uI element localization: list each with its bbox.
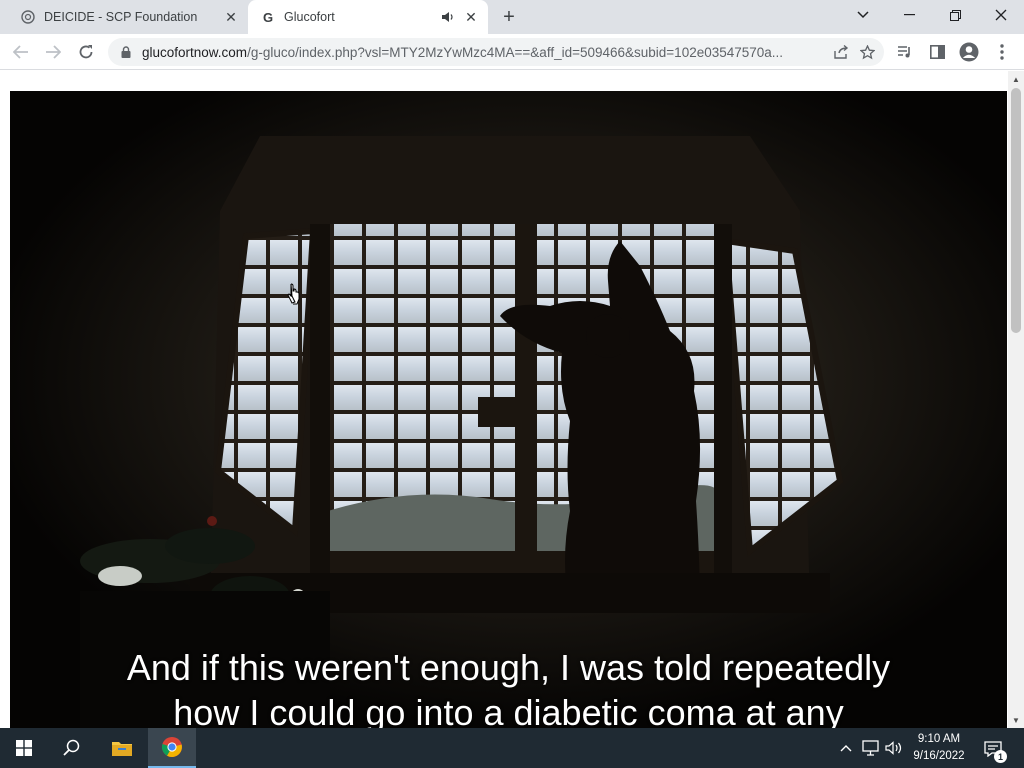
show-hidden-icons-chevron-icon[interactable] [836, 738, 856, 758]
google-g-icon: G [262, 9, 274, 25]
url-text[interactable]: glucofortnow.com/g-gluco/index.php?vsl=M… [142, 45, 828, 60]
volume-icon[interactable] [884, 738, 904, 758]
chrome-taskbar-icon[interactable] [148, 728, 196, 768]
search-icon[interactable] [48, 728, 96, 768]
mouse-pointer-icon [287, 283, 300, 305]
tab-glucofort[interactable]: G Glucofort ✕ [248, 0, 488, 34]
scp-logo-icon [20, 9, 36, 25]
tab-strip: DEICIDE - SCP Foundation ✕ G Glucofort ✕… [0, 0, 1024, 34]
close-tab-icon[interactable]: ✕ [462, 8, 480, 26]
speaker-icon[interactable] [440, 9, 456, 25]
forward-arrow-icon[interactable] [40, 39, 66, 65]
more-menu-icon[interactable] [989, 39, 1015, 65]
close-window-button[interactable] [978, 0, 1024, 30]
tab-deicide[interactable]: DEICIDE - SCP Foundation ✕ [8, 0, 248, 34]
tab-search-chevron-icon[interactable] [840, 0, 886, 30]
new-tab-button[interactable]: + [498, 6, 520, 28]
share-icon[interactable] [828, 45, 854, 59]
clock-time: 9:10 AM [917, 733, 961, 745]
bookmark-star-icon[interactable] [854, 44, 880, 60]
subtitle-line-2: how I could go into a diabetic coma at a… [173, 692, 844, 728]
address-bar[interactable]: glucofortnow.com/g-gluco/index.php?vsl=M… [108, 38, 884, 66]
system-clock[interactable]: 9:10 AM 9/16/2022 [908, 731, 970, 765]
notification-center-icon[interactable]: 1 [982, 738, 1007, 763]
back-arrow-icon[interactable] [8, 39, 34, 65]
file-explorer-icon[interactable] [98, 728, 146, 768]
scroll-up-arrow-icon[interactable]: ▲ [1008, 71, 1024, 87]
clock-date: 9/16/2022 [913, 750, 965, 762]
tab-title: DEICIDE - SCP Foundation [44, 10, 198, 24]
network-icon[interactable] [861, 738, 881, 758]
windows-start-icon[interactable] [0, 728, 48, 768]
media-control-icon[interactable] [892, 39, 918, 65]
url-domain: glucofortnow.com [142, 44, 248, 60]
tab-title: Glucofort [284, 10, 335, 24]
windows-taskbar: 9:10 AM 9/16/2022 1 [0, 728, 1024, 768]
web-page: And if this weren't enough, I was told r… [0, 71, 1008, 728]
scroll-thumb[interactable] [1011, 88, 1021, 333]
lock-icon[interactable] [118, 46, 134, 58]
side-panel-icon[interactable] [924, 39, 950, 65]
close-tab-icon[interactable]: ✕ [222, 8, 240, 26]
scroll-down-arrow-icon[interactable]: ▼ [1008, 712, 1024, 728]
profile-avatar-icon[interactable] [956, 39, 982, 65]
browser-toolbar: glucofortnow.com/g-gluco/index.php?vsl=M… [0, 34, 1024, 70]
minimize-button[interactable] [886, 0, 932, 30]
restore-button[interactable] [932, 0, 978, 30]
notification-count-badge: 1 [994, 750, 1007, 763]
page-scrollbar[interactable]: ▲ ▼ [1008, 71, 1024, 728]
reload-icon[interactable] [73, 39, 99, 65]
video-player[interactable]: And if this weren't enough, I was told r… [10, 91, 1007, 728]
url-path: /g-gluco/index.php?vsl=MTY2MzYwMzc4MA==&… [247, 44, 784, 60]
subtitle-line-1: And if this weren't enough, I was told r… [126, 647, 891, 688]
video-frame-scene [10, 91, 1007, 728]
